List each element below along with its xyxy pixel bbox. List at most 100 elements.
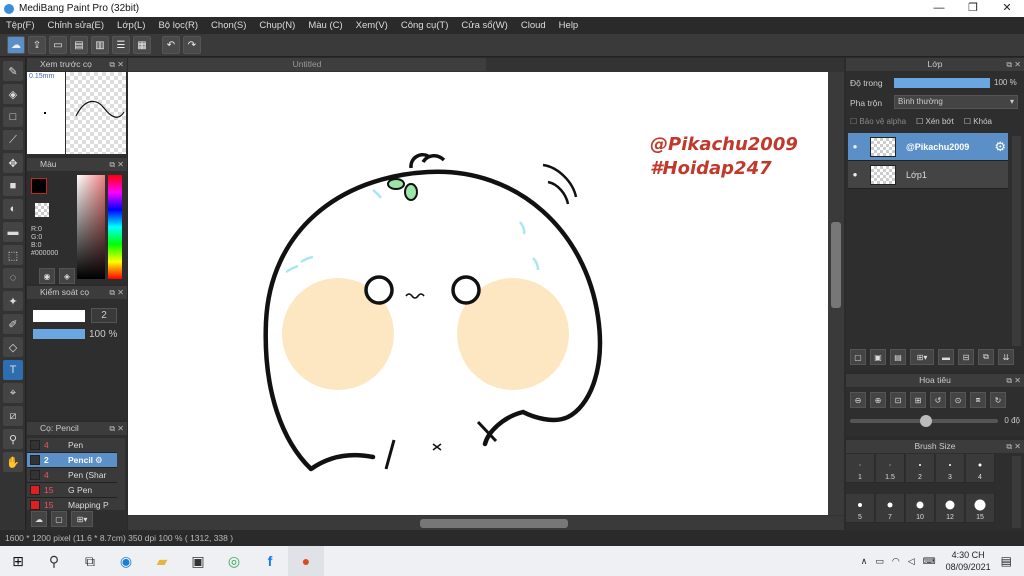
eye-icon[interactable]: ●: [848, 170, 862, 179]
actual-size-icon[interactable]: ⊞: [910, 392, 926, 408]
layer-row-layer1[interactable]: ● Lớp1: [848, 161, 1008, 189]
menu-select[interactable]: Chọn(S): [211, 20, 246, 31]
panel-buttons[interactable]: ⧉ ✕: [109, 58, 124, 71]
hand-tool-icon[interactable]: ✋: [3, 452, 23, 472]
brush-size-value[interactable]: 2: [91, 308, 117, 323]
grid-icon[interactable]: ▦: [133, 36, 151, 54]
primary-color-swatch[interactable]: [31, 178, 47, 194]
undo-icon[interactable]: ↶: [162, 36, 180, 54]
panel-buttons[interactable]: ⧉ ✕: [109, 422, 124, 435]
canvas-vertical-scrollbar[interactable]: [828, 72, 844, 515]
text-tool-icon[interactable]: T: [3, 360, 23, 380]
menu-tools[interactable]: Công cụ(T): [401, 20, 449, 31]
document-icon[interactable]: ▥: [91, 36, 109, 54]
eyedropper-tool-icon[interactable]: ⚲: [3, 429, 23, 449]
menu-help[interactable]: Help: [559, 20, 579, 31]
rotation-slider[interactable]: [850, 415, 998, 427]
brush-size-3[interactable]: 3: [936, 454, 965, 483]
brush-list-item[interactable]: 2 Pencil ⚙: [27, 453, 117, 468]
layer-row-watermark[interactable]: ● @Pikachu2009 ⚙: [848, 133, 1008, 161]
merge-layer-icon[interactable]: ⇊: [998, 349, 1014, 365]
select-pen-icon[interactable]: ✐: [3, 314, 23, 334]
menu-layer[interactable]: Lớp(L): [117, 20, 145, 31]
medibang-icon[interactable]: ●: [288, 546, 324, 576]
menu-cloud[interactable]: Cloud: [521, 20, 546, 31]
chevron-up-icon[interactable]: ∧: [861, 556, 868, 567]
drawing-canvas[interactable]: @Pikachu2009 #Hoidap247: [128, 72, 828, 515]
brush-size-2[interactable]: 2: [906, 454, 935, 483]
list-icon[interactable]: ☰: [112, 36, 130, 54]
notification-icon[interactable]: ▤: [1001, 554, 1012, 568]
gear-icon[interactable]: ⚙: [994, 139, 1006, 155]
line-brush-icon[interactable]: ⟋: [3, 130, 23, 150]
brush-tool-icon[interactable]: ✎: [3, 61, 23, 81]
fill-shape-icon[interactable]: ■: [3, 176, 23, 196]
network-icon[interactable]: ◠: [892, 556, 900, 567]
close-button[interactable]: ✕: [990, 0, 1024, 17]
new-halftone-layer-icon[interactable]: ▣: [870, 349, 886, 365]
brush-list-item[interactable]: 4 Pen: [27, 438, 117, 453]
gradient-tool-icon[interactable]: ▬: [3, 222, 23, 242]
search-icon[interactable]: ⚲: [36, 546, 72, 576]
flip-icon[interactable]: ⧈: [970, 392, 986, 408]
clipping-checkbox[interactable]: ☐ Xén bớt: [916, 117, 954, 126]
select-rect-icon[interactable]: ⬚: [3, 245, 23, 265]
cloud-brush-icon[interactable]: ☁: [31, 511, 47, 527]
maximize-button[interactable]: ❐: [956, 0, 990, 17]
edge-icon[interactable]: ◉: [108, 546, 144, 576]
horizontal-scroll-thumb[interactable]: [420, 519, 568, 528]
brush-size-15[interactable]: 15: [966, 494, 995, 523]
add-layer-menu-icon[interactable]: ⊞▾: [910, 349, 934, 365]
windows-start-icon[interactable]: ⊞: [0, 546, 36, 576]
panel-buttons[interactable]: ⧉ ✕: [1006, 374, 1021, 387]
task-view-icon[interactable]: ⧉: [72, 546, 108, 576]
add-brush-icon[interactable]: ⊞▾: [71, 511, 93, 527]
gear-icon[interactable]: ⚙: [95, 455, 103, 466]
share-icon[interactable]: ⇪: [28, 36, 46, 54]
lasso-tool-icon[interactable]: ◌: [3, 268, 23, 288]
panel-buttons[interactable]: ⧉ ✕: [1006, 440, 1021, 453]
move-tool-icon[interactable]: ✥: [3, 153, 23, 173]
brush-list-item[interactable]: 4 Pen (Shar: [27, 468, 117, 483]
menu-snap[interactable]: Chụp(N): [259, 20, 295, 31]
brush-size-7[interactable]: 7: [876, 494, 905, 523]
divide-tool-icon[interactable]: ⧄: [3, 406, 23, 426]
redo-icon[interactable]: ↷: [183, 36, 201, 54]
duplicate-layer-icon[interactable]: ⧉: [978, 349, 994, 365]
brush-size-4[interactable]: 4: [966, 454, 995, 483]
palette-icon[interactable]: ◉: [39, 268, 55, 284]
facebook-icon[interactable]: f: [252, 546, 288, 576]
bucket-tool-icon[interactable]: ◐: [3, 199, 23, 219]
new-layer-icon[interactable]: ▢: [850, 349, 866, 365]
lock-checkbox[interactable]: ☐ Khóa: [964, 117, 992, 126]
layer-opacity-slider[interactable]: [894, 78, 990, 88]
canvas-horizontal-scrollbar[interactable]: [128, 516, 844, 530]
file-explorer-icon[interactable]: ▰: [144, 546, 180, 576]
store-icon[interactable]: ▣: [180, 546, 216, 576]
panel-buttons[interactable]: ⧉ ✕: [109, 158, 124, 171]
rotation-slider-thumb[interactable]: [920, 415, 932, 427]
minimize-button[interactable]: —: [922, 0, 956, 17]
chrome-icon[interactable]: ◎: [216, 546, 252, 576]
brush-size-1-5[interactable]: 1.5: [876, 454, 905, 483]
battery-icon[interactable]: ▭: [875, 556, 884, 567]
operation-tool-icon[interactable]: ⌖: [3, 383, 23, 403]
eraser-tool-icon[interactable]: ◈: [3, 84, 23, 104]
vertical-scroll-thumb[interactable]: [831, 222, 841, 308]
secondary-color-swatch[interactable]: [35, 203, 49, 217]
brush-size-scrollbar[interactable]: [1012, 456, 1021, 528]
brush-size-5[interactable]: 5: [846, 494, 875, 523]
brush-list-item[interactable]: 15 Mapping P: [27, 498, 117, 510]
menu-window[interactable]: Cửa sổ(W): [461, 20, 507, 31]
menu-color[interactable]: Màu (C): [308, 20, 342, 31]
rotate-left-icon[interactable]: ↺: [930, 392, 946, 408]
volume-icon[interactable]: ◁: [908, 556, 915, 567]
layer-scrollbar[interactable]: [1012, 136, 1021, 346]
new-brush-icon[interactable]: ▢: [51, 511, 67, 527]
blend-mode-select[interactable]: Bình thường ▾: [894, 95, 1018, 109]
keyboard-icon[interactable]: ⌨: [923, 556, 936, 567]
new-1bit-layer-icon[interactable]: ▤: [890, 349, 906, 365]
brush-size-1[interactable]: 1: [846, 454, 875, 483]
zoom-out-icon[interactable]: ⊖: [850, 392, 866, 408]
menu-file[interactable]: Tệp(F): [6, 20, 35, 31]
